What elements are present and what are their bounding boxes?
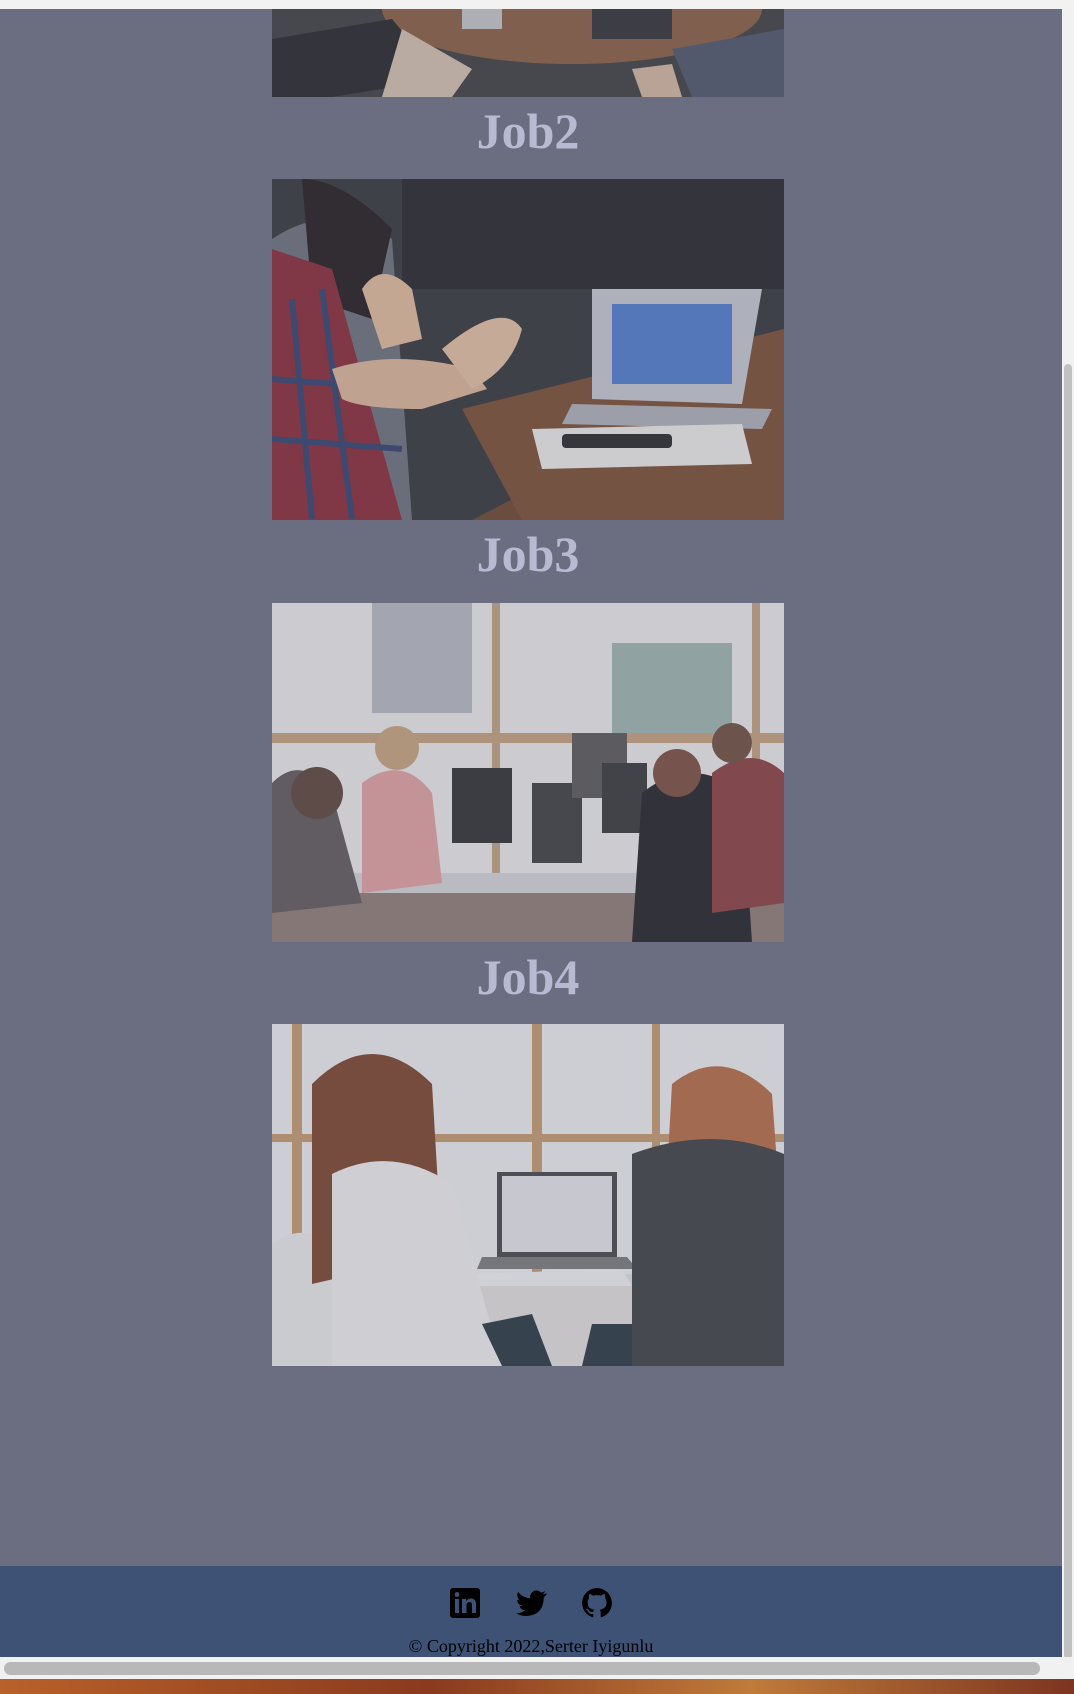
copyright-text: © Copyright 2022,Serter Iyigunlu xyxy=(408,1636,654,1656)
linkedin-icon[interactable] xyxy=(449,1587,481,1619)
two-women-laptop-photo xyxy=(272,1024,784,1366)
job-title: Job2 xyxy=(476,103,580,159)
desktop-background-strip xyxy=(0,1679,1074,1694)
page-content: Job2 Job3 Job4 xyxy=(0,9,1062,1566)
horizontal-scrollbar[interactable] xyxy=(0,1657,1074,1679)
open-office-photo xyxy=(272,603,784,942)
meeting-table-photo xyxy=(272,9,784,97)
horizontal-scrollbar-thumb[interactable] xyxy=(4,1662,1040,1675)
job-title: Job4 xyxy=(476,949,580,1005)
github-icon[interactable] xyxy=(581,1587,613,1619)
vertical-scrollbar[interactable] xyxy=(1062,9,1074,1659)
footer: © Copyright 2022,Serter Iyigunlu xyxy=(0,1566,1062,1657)
vertical-scrollbar-thumb[interactable] xyxy=(1064,364,1072,1659)
twitter-icon[interactable] xyxy=(515,1587,547,1619)
social-links xyxy=(0,1587,1062,1619)
laptop-discussion-photo xyxy=(272,179,784,520)
job-title: Job3 xyxy=(476,526,580,582)
